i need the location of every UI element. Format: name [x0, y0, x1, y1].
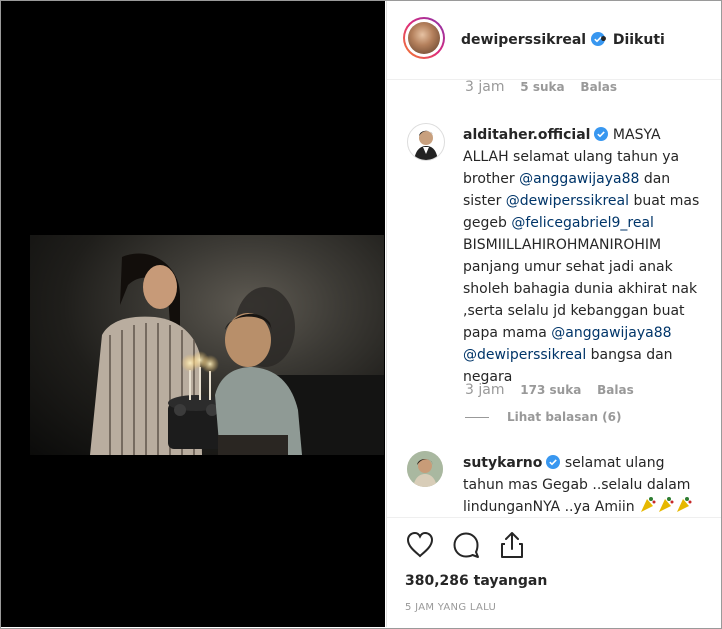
view-count[interactable]: 380,286 tayangan — [405, 573, 547, 589]
share-icon[interactable] — [497, 530, 527, 560]
comment-time: 3 jam — [465, 382, 505, 398]
details-panel: dewiperssikreal • Diikuti 3 jam 5 suka B… — [386, 1, 721, 627]
reply-button[interactable]: Balas — [580, 80, 617, 94]
mention-link[interactable]: @felicegabriel9_real — [511, 215, 654, 231]
verified-badge-icon — [594, 127, 609, 141]
comment-text: sutykarno selamat ulang tahun mas Gegab … — [463, 452, 701, 516]
author-username[interactable]: dewiperssikreal — [461, 32, 586, 48]
comment-username[interactable]: alditaher.official — [463, 127, 590, 143]
view-replies-button[interactable]: Lihat balasan (6) — [465, 410, 622, 424]
post-media[interactable] — [1, 1, 385, 627]
reply-button[interactable]: Balas — [597, 383, 634, 397]
party-popper-icon — [641, 497, 692, 512]
divider — [465, 417, 489, 418]
comment-avatar[interactable] — [407, 451, 443, 487]
verified-badge-icon — [546, 455, 561, 469]
author-avatar[interactable] — [403, 17, 445, 59]
mention-link[interactable]: @anggawijaya88 — [551, 325, 671, 341]
comment-text: alditaher.official MASYA ALLAH selamat u… — [463, 124, 701, 388]
mention-link[interactable]: @anggawijaya88 — [519, 171, 639, 187]
follow-status[interactable]: • Diikuti — [599, 32, 665, 48]
post-timestamp: 5 JAM YANG LALU — [405, 602, 497, 613]
mention-link[interactable]: @dewiperssikreal — [506, 193, 629, 209]
comment-likes[interactable]: 173 suka — [520, 383, 581, 397]
birthday-photo — [30, 235, 384, 455]
mention-link[interactable]: @dewiperssikreal — [463, 347, 586, 363]
view-replies-label: Lihat balasan (6) — [507, 410, 622, 424]
post-header: dewiperssikreal • Diikuti — [387, 1, 721, 80]
comment-username[interactable]: sutykarno — [463, 455, 542, 471]
comment-meta: 3 jam 5 suka Balas — [465, 80, 629, 95]
comment-meta: 3 jam 173 suka Balas — [465, 382, 646, 398]
heart-icon[interactable] — [405, 530, 435, 560]
comment-icon[interactable] — [451, 530, 481, 560]
comment-time: 3 jam — [465, 80, 505, 95]
comment-likes[interactable]: 5 suka — [520, 80, 564, 94]
comment-avatar[interactable] — [407, 123, 445, 161]
comments-list[interactable]: 3 jam 5 suka Balas alditaher.official MA… — [387, 80, 721, 516]
post-actions: 380,286 tayangan 5 JAM YANG LALU — [387, 517, 721, 628]
